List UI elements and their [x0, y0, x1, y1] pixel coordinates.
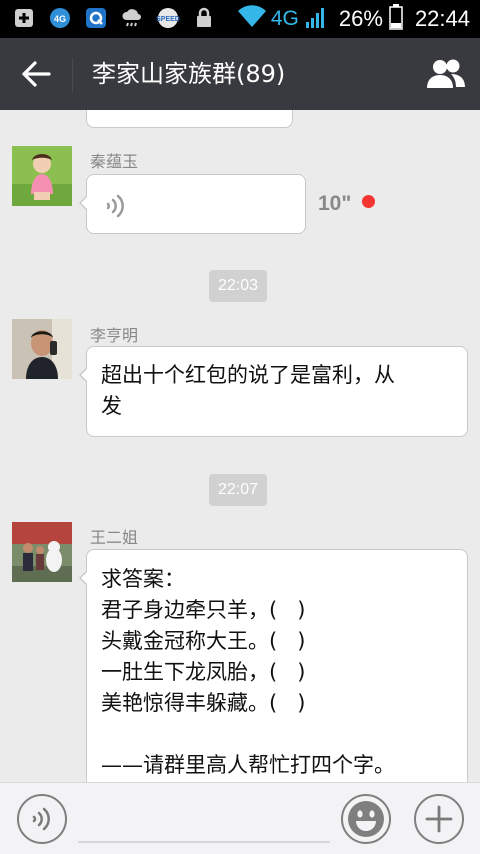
voice-duration: 10" — [318, 192, 352, 215]
arrow-left-icon — [22, 61, 51, 87]
status-bar: 4G SPEED 4G 26% 22:44 — [0, 0, 480, 38]
message-text: 超出十个红包的说了是富利，从 发 — [101, 363, 395, 418]
voice-input-button[interactable] — [17, 794, 67, 844]
sender-name: 王二姐 — [90, 528, 139, 547]
voice-input-icon — [32, 807, 50, 831]
4g-badge-icon: 4G — [48, 7, 72, 29]
time-divider: 22:07 — [209, 474, 268, 506]
status-notification-icons: 4G SPEED — [12, 7, 216, 29]
chat-message-list[interactable]: 秦蕴玉 10" 22:03 李亨明 超出十个红包的说了是富利，从 发 22:07 — [0, 110, 480, 782]
battery-icon — [389, 4, 403, 34]
emoji-icon — [348, 801, 384, 837]
message-text: 求答案： 君子身边牵只羊，( ) 头戴金冠称大王。( ) 一肚生下龙凤胎，( )… — [101, 567, 395, 777]
plus-icon — [425, 805, 453, 833]
title-bar: 李家山家族群(89) — [0, 38, 480, 110]
svg-text:4G: 4G — [54, 14, 66, 24]
group-members-icon — [427, 59, 465, 88]
sender-name: 李亨明 — [90, 326, 139, 345]
title-divider — [72, 58, 73, 92]
lock-icon — [192, 7, 216, 29]
q-app-icon — [84, 7, 108, 29]
avatar[interactable] — [12, 319, 72, 379]
unread-dot — [362, 195, 375, 208]
group-members-button[interactable] — [424, 54, 468, 94]
voice-wave-icon — [106, 194, 124, 218]
add-box-icon — [12, 7, 36, 29]
battery-percent: 26% — [338, 6, 383, 31]
chat-title: 李家山家族群(89) — [92, 60, 286, 88]
voice-message-bubble[interactable] — [79, 174, 306, 234]
svg-text:SPEED: SPEED — [156, 16, 180, 23]
input-bar — [0, 782, 480, 854]
clock: 22:44 — [414, 6, 470, 31]
sender-name: 秦蕴玉 — [90, 152, 139, 171]
text-message-bubble[interactable]: 求答案： 君子身边牵只羊，( ) 头戴金冠称大王。( ) 一肚生下龙凤胎，( )… — [79, 549, 468, 782]
cloud-rain-icon — [120, 7, 144, 29]
time-divider: 22:03 — [209, 270, 268, 302]
previous-message-bubble[interactable] — [86, 110, 293, 128]
message-input[interactable] — [78, 841, 330, 843]
more-button[interactable] — [414, 794, 464, 844]
signal-icon — [305, 5, 327, 33]
avatar[interactable] — [12, 146, 72, 206]
text-message-bubble[interactable]: 超出十个红包的说了是富利，从 发 — [79, 346, 468, 437]
status-system-icons: 4G 26% 22:44 — [237, 0, 470, 38]
back-button[interactable] — [16, 56, 56, 92]
emoji-button[interactable] — [341, 794, 391, 844]
network-type: 4G — [270, 7, 299, 30]
speed-app-icon: SPEED — [156, 7, 180, 29]
wifi-icon — [237, 5, 267, 33]
avatar[interactable] — [12, 522, 72, 582]
